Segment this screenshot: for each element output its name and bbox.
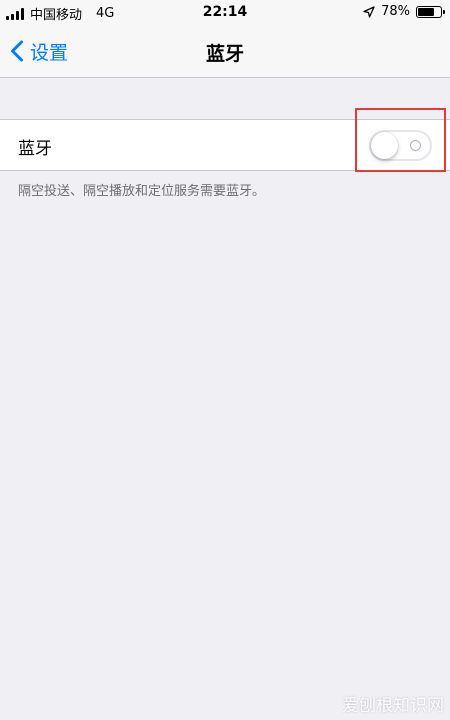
bluetooth-label: 蓝牙 xyxy=(18,139,52,159)
navigation-bar: 设置 蓝牙 xyxy=(0,26,450,78)
page-title: 蓝牙 xyxy=(205,43,244,65)
battery-icon xyxy=(416,5,445,18)
status-bar: 中国移动 4G 22:14 78% xyxy=(0,0,450,26)
location-arrow-icon xyxy=(363,5,375,18)
battery-percentage: 78% xyxy=(381,4,410,19)
section-footer-note: 隔空投送、隔空播放和定位服务需要蓝牙。 xyxy=(18,184,266,199)
highlight-annotation xyxy=(355,108,446,172)
status-right: 78% xyxy=(363,4,445,19)
battery-fill xyxy=(418,7,434,16)
watermark: 爱刨根知识网 xyxy=(342,696,444,716)
